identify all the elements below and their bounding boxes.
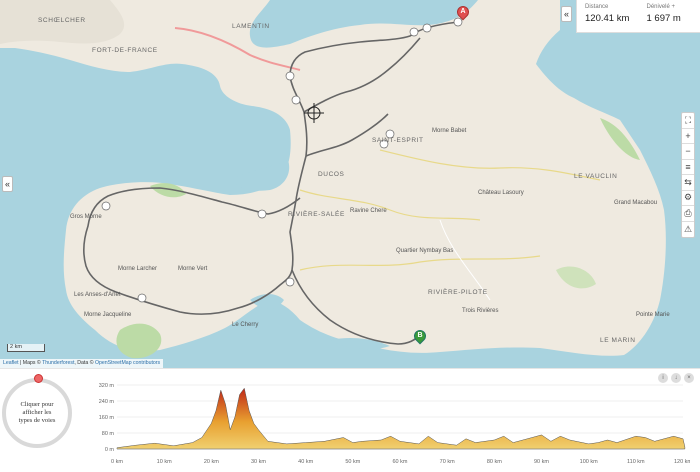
end-marker-label: B bbox=[417, 332, 423, 339]
x-tick-label: 90 km bbox=[534, 459, 549, 465]
place-label: RIVIÈRE-SALÉE bbox=[288, 211, 345, 218]
x-tick-label: 40 km bbox=[298, 459, 313, 465]
elevation-profile bbox=[116, 387, 686, 450]
start-marker-label: A bbox=[460, 8, 466, 15]
distance-label: Distance bbox=[585, 4, 609, 10]
place-label: Grand Macabou bbox=[614, 200, 658, 206]
route-stats: Distance 120.41 km Dénivelé + 1 697 m bbox=[576, 0, 700, 33]
attribution-text: , Data © bbox=[74, 360, 95, 366]
attribution-text: | Maps © bbox=[18, 360, 43, 366]
zoom-in-icon[interactable]: + bbox=[682, 129, 694, 144]
y-tick-label: 80 m bbox=[102, 431, 115, 437]
y-tick-label: 320 m bbox=[99, 383, 115, 389]
fullscreen-icon[interactable]: ⛶ bbox=[682, 113, 694, 129]
x-tick-label: 60 km bbox=[393, 459, 408, 465]
collapse-sidebar-button[interactable]: « bbox=[2, 176, 13, 192]
elevation-panel: Cliquer pour afficher les types de voies… bbox=[0, 368, 700, 472]
x-tick-label: 70 km bbox=[440, 459, 455, 465]
leaflet-link[interactable]: Leaflet bbox=[3, 360, 19, 366]
map-toolbar: ⛶ + − ≡ ⇆ ⚙ ⎙ ⚠ bbox=[681, 112, 695, 238]
x-tick-label: 100 km bbox=[580, 459, 598, 465]
collapse-stats-button[interactable]: « bbox=[561, 6, 572, 22]
place-label: Les Anses-d'Arlet bbox=[74, 292, 121, 298]
elevation-chart[interactable]: 320 m 240 m 160 m 80 m 0 m 0 km 10 km 20 km 30 k… bbox=[95, 379, 690, 472]
distance-value: 120.41 km bbox=[585, 13, 630, 24]
legend-handle-icon[interactable] bbox=[34, 374, 43, 383]
place-label: Morne Larcher bbox=[118, 266, 158, 272]
place-label: Ravine Chere bbox=[350, 208, 387, 214]
place-label: FORT-DE-FRANCE bbox=[92, 47, 158, 54]
x-tick-label: 80 km bbox=[487, 459, 502, 465]
print-icon[interactable]: ⎙ bbox=[682, 206, 694, 222]
layers-icon[interactable]: ≡ bbox=[682, 160, 694, 175]
thunderforest-link[interactable]: Thunderforest bbox=[42, 360, 74, 366]
place-label: Morne Babet bbox=[432, 128, 467, 134]
x-tick-label: 110 km bbox=[627, 459, 645, 465]
osm-link[interactable]: OpenStreetMap contributors bbox=[95, 360, 160, 366]
zoom-out-icon[interactable]: − bbox=[682, 144, 694, 160]
place-label: LE MARIN bbox=[600, 337, 636, 344]
place-label: Château Lasoury bbox=[478, 190, 524, 196]
place-label: DUCOS bbox=[318, 171, 345, 178]
place-label: Gros Morne bbox=[70, 214, 102, 220]
place-label: SCHŒLCHER bbox=[38, 17, 86, 24]
place-label: Trois Rivières bbox=[462, 308, 499, 314]
map-view[interactable]: SCHŒLCHER FORT-DE-FRANCE LAMENTIN DUCOS … bbox=[0, 0, 700, 368]
x-tick-label: 120 km bbox=[674, 459, 690, 465]
place-label: Le Cherry bbox=[232, 322, 259, 328]
place-label: Quartier Nymbay Bas bbox=[396, 248, 454, 254]
distance-stat: Distance 120.41 km bbox=[577, 0, 639, 32]
x-tick-label: 30 km bbox=[251, 459, 266, 465]
x-tick-label: 20 km bbox=[204, 459, 219, 465]
place-label: RIVIÈRE-PILOTE bbox=[428, 289, 488, 296]
place-label: Morne Vert bbox=[178, 266, 208, 272]
elevation-stat: Dénivelé + 1 697 m bbox=[639, 0, 700, 32]
map-scale: 2 km bbox=[7, 344, 45, 352]
route-options-icon[interactable]: ⇆ bbox=[682, 175, 694, 191]
x-tick-label: 0 km bbox=[111, 459, 123, 465]
map-attribution: Leaflet | Maps © Thunderforest, Data © O… bbox=[0, 359, 164, 368]
x-tick-label: 10 km bbox=[157, 459, 172, 465]
place-label: LE VAUCLIN bbox=[574, 173, 618, 180]
place-label: LAMENTIN bbox=[232, 23, 270, 30]
x-tick-label: 50 km bbox=[345, 459, 360, 465]
y-tick-label: 160 m bbox=[99, 415, 115, 421]
settings-icon[interactable]: ⚙ bbox=[682, 191, 694, 206]
warning-icon[interactable]: ⚠ bbox=[682, 222, 694, 238]
place-label: Pointe Marie bbox=[636, 312, 670, 318]
elevation-gain-value: 1 697 m bbox=[646, 13, 681, 24]
elevation-gain-label: Dénivelé + bbox=[646, 4, 676, 10]
app: SCHŒLCHER FORT-DE-FRANCE LAMENTIN DUCOS … bbox=[0, 0, 700, 472]
y-tick-label: 0 m bbox=[105, 447, 115, 453]
legend-text: Cliquer pour afficher les types de voies bbox=[18, 401, 56, 424]
place-label: Morne Jacqueline bbox=[84, 312, 132, 318]
y-tick-label: 240 m bbox=[99, 399, 115, 405]
road-type-legend[interactable]: Cliquer pour afficher les types de voies bbox=[2, 378, 72, 448]
place-label: SAINT-ESPRIT bbox=[372, 137, 424, 144]
